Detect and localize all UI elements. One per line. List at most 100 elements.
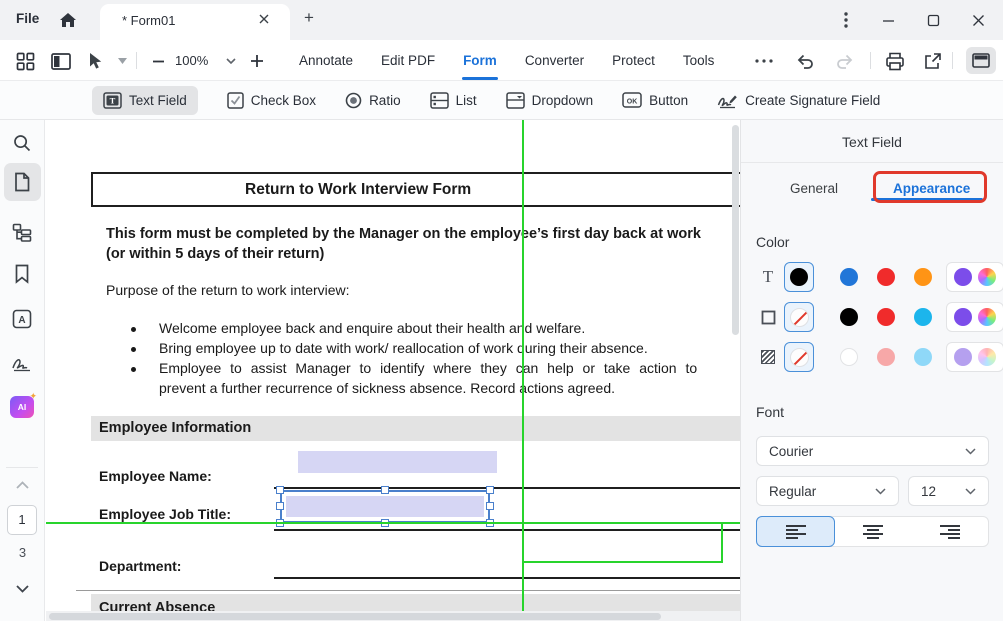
tool-list[interactable]: List (430, 92, 477, 109)
align-right-button[interactable] (911, 517, 988, 546)
swatch-border-red[interactable] (877, 308, 895, 326)
tool-text-field[interactable]: T Text Field (92, 86, 198, 115)
font-family-select[interactable]: Courier (756, 436, 989, 466)
ai-assistant-icon[interactable]: AI ✦ (10, 396, 34, 418)
bullet-icon (131, 327, 136, 332)
cursor-dropdown-caret-icon[interactable] (110, 49, 134, 73)
pdf-editor-window: File * Form01 + (0, 0, 1003, 621)
resize-handle-w[interactable] (276, 502, 284, 510)
outline-tree-icon[interactable] (11, 221, 33, 243)
undo-icon[interactable] (794, 49, 818, 73)
sidebar-panel-icon[interactable] (49, 49, 73, 73)
page-thumbnails-icon (11, 171, 33, 193)
signatures-icon[interactable] (11, 353, 33, 375)
swatch-text-selected[interactable] (784, 262, 814, 292)
menu-annotate[interactable]: Annotate (298, 53, 354, 68)
file-menu[interactable]: File (16, 11, 39, 26)
horizontal-scrollbar[interactable] (46, 611, 740, 621)
select-cursor-icon[interactable] (84, 49, 108, 73)
tool-create-signature-field[interactable]: Create Signature Field (717, 92, 880, 109)
resize-handle-nw[interactable] (276, 486, 284, 494)
align-center-button[interactable] (834, 517, 911, 546)
zoom-level[interactable]: 100% (175, 53, 208, 68)
resize-handle-e[interactable] (486, 502, 494, 510)
swatch-border-color-picker[interactable] (978, 308, 996, 326)
kebab-menu-icon[interactable] (834, 8, 858, 32)
swatch-border-cyan[interactable] (914, 308, 932, 326)
annotations-icon[interactable]: A (11, 308, 33, 330)
label-department: Department: (99, 558, 181, 574)
swatch-fill-white[interactable] (840, 348, 858, 366)
align-left-button[interactable] (756, 516, 835, 547)
swatch-text-orange[interactable] (914, 268, 932, 286)
vertical-scrollbar-thumb[interactable] (732, 125, 739, 335)
zoom-out-icon[interactable] (146, 49, 170, 73)
fill-color-row (756, 342, 989, 372)
bullet-icon (131, 347, 136, 352)
tool-button[interactable]: OK Button (622, 92, 688, 108)
document-canvas[interactable]: Return to Work Interview Form This form … (46, 120, 740, 621)
swatch-text-blue[interactable] (840, 268, 858, 286)
tab-general[interactable]: General (790, 181, 838, 196)
tool-check-box[interactable]: Check Box (227, 92, 316, 109)
swatch-text-red[interactable] (877, 268, 895, 286)
more-menu-icon[interactable] (752, 49, 776, 73)
red-highlight-callout (873, 171, 987, 203)
panel-title: Text Field (741, 134, 1003, 150)
ok-button-icon: OK (622, 92, 642, 108)
new-field-outline[interactable] (522, 522, 723, 563)
print-icon[interactable] (883, 49, 907, 73)
zoom-in-icon[interactable] (245, 49, 269, 73)
title-bar: File * Form01 + (0, 0, 1003, 40)
tool-ratio[interactable]: Ratio (345, 92, 401, 109)
swatch-fill-lightblue[interactable] (914, 348, 932, 366)
zoom-dropdown-chevron-icon[interactable] (219, 49, 243, 73)
menu-edit-pdf[interactable]: Edit PDF (380, 53, 436, 68)
swatch-border-selected-none[interactable] (784, 302, 814, 332)
bullet-icon (131, 367, 136, 372)
signature-pen-icon (717, 92, 738, 109)
swatch-text-color-picker[interactable] (978, 268, 996, 286)
swatch-border-purple[interactable] (954, 308, 972, 326)
horizontal-scrollbar-thumb[interactable] (49, 613, 661, 620)
resize-handle-n[interactable] (381, 486, 389, 494)
swatch-fill-lightpurple[interactable] (954, 348, 972, 366)
swatch-fill-color-picker[interactable] (978, 348, 996, 366)
form-field-employee-name[interactable] (298, 451, 497, 473)
swatch-fill-pink[interactable] (877, 348, 895, 366)
new-tab-icon[interactable]: + (300, 9, 318, 27)
page-down-icon[interactable] (11, 578, 33, 600)
text-field-icon: T (103, 92, 122, 109)
maximize-icon[interactable] (921, 8, 945, 32)
swatch-border-black[interactable] (840, 308, 858, 326)
document-tab[interactable]: * Form01 (100, 4, 290, 40)
chevron-down-icon (965, 488, 976, 495)
text-color-icon: T (758, 267, 778, 287)
current-page-input[interactable]: 1 (7, 505, 37, 535)
bookmark-icon[interactable] (11, 263, 33, 285)
close-icon[interactable] (966, 8, 990, 32)
menu-converter[interactable]: Converter (524, 53, 585, 68)
dashboard-grid-icon[interactable] (13, 49, 37, 73)
check-box-icon (227, 92, 244, 109)
swatch-fill-selected-none[interactable] (784, 342, 814, 372)
purpose-line: Purpose of the return to work interview: (106, 282, 350, 298)
home-icon[interactable] (58, 10, 80, 30)
font-style-select[interactable]: Regular (756, 476, 899, 506)
page-up-icon[interactable] (11, 474, 33, 496)
resize-handle-ne[interactable] (486, 486, 494, 494)
swatch-text-purple[interactable] (954, 268, 972, 286)
bullet-3-line-2: prevent a further recurrence of sickness… (159, 380, 615, 396)
properties-panel-toggle-icon[interactable] (966, 47, 996, 74)
menu-protect[interactable]: Protect (611, 53, 656, 68)
tool-label: Button (649, 93, 688, 108)
share-export-icon[interactable] (920, 49, 944, 73)
menu-form[interactable]: Form (462, 53, 498, 68)
menu-tools[interactable]: Tools (682, 53, 716, 68)
minimize-icon[interactable] (876, 8, 900, 32)
font-size-select[interactable]: 12 (908, 476, 989, 506)
tab-close-icon[interactable] (258, 13, 274, 29)
tool-label: Check Box (251, 93, 316, 108)
search-icon[interactable] (11, 132, 33, 154)
tool-dropdown[interactable]: Dropdown (506, 92, 594, 109)
